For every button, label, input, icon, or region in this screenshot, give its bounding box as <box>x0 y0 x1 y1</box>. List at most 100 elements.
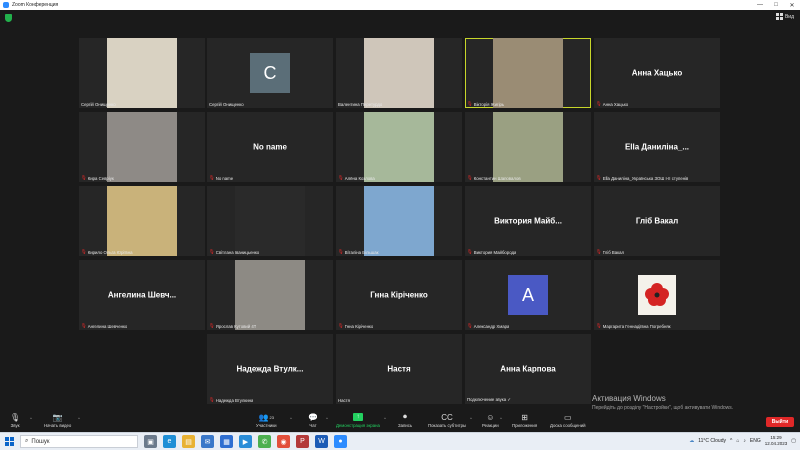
participant-label-text: Алёна Козлова <box>344 175 375 181</box>
participant-tile[interactable]: Ангелина Шевч... 🎙 Ангелина Шевченко <box>79 260 205 330</box>
task-view-icon[interactable]: ▣ <box>144 435 157 448</box>
leave-button[interactable]: Выйти <box>766 417 794 427</box>
captions-options-caret[interactable]: ^ <box>470 416 472 421</box>
muted-mic-icon: 🎙 <box>596 323 602 328</box>
language-indicator[interactable]: ENG <box>750 438 761 444</box>
whatsapp-icon[interactable]: ✆ <box>258 435 271 448</box>
maximize-button[interactable]: □ <box>768 0 784 10</box>
notifications-icon[interactable]: ▢ <box>791 438 796 444</box>
participant-name-label: 🎙 Ella Даниліна_Українська ЗОШ І-ІІ ступе… <box>596 175 688 181</box>
muted-mic-icon: 🎙 <box>81 323 87 328</box>
store-icon[interactable]: ▦ <box>220 435 233 448</box>
zoom-meeting-icon[interactable]: ● <box>334 435 347 448</box>
record-button[interactable]: ⏺ Запись <box>398 412 412 428</box>
participant-tile[interactable]: Виктория Майб... 🎙 Виктория Майборода <box>465 186 591 256</box>
start-video-button[interactable]: 📷 Начать видео <box>44 412 72 429</box>
participant-tile[interactable]: Надежда Втулк... 🎙 Надежда Втулкина <box>207 334 333 404</box>
network-icon[interactable]: ⌂ <box>736 438 739 444</box>
apps-button[interactable]: ⊞ Приложения <box>512 412 537 429</box>
participant-tile[interactable]: 🎙 Алёна Козлова <box>336 112 462 182</box>
participant-name-label: 🎙 Виктория Майборода <box>467 249 516 255</box>
muted-mic-icon: 🎙 <box>467 323 473 328</box>
participant-tile[interactable]: Настя Настя <box>336 334 462 404</box>
participant-tile[interactable]: Гліб Вакал 🎙 Гліб Вакал <box>594 186 720 256</box>
participant-tile[interactable]: Гнна Кіріченко 🎙 Гнна Кіріченко <box>336 260 462 330</box>
muted-mic-icon: 🎙 <box>596 175 602 180</box>
participant-tile[interactable]: 🎙 Ярослав Кутовий 4Т <box>207 260 333 330</box>
muted-mic-icon: 🎙 <box>596 101 602 106</box>
captions-button[interactable]: CC Показать субтитры <box>428 412 466 429</box>
windows-activation-watermark: Активация Windows Перейдіть до розділу "… <box>592 394 733 411</box>
participant-tile[interactable]: No name 🎙 No name <box>207 112 333 182</box>
windows-start-icon[interactable] <box>5 437 14 446</box>
participant-video <box>235 260 305 330</box>
chat-icon: 💬 <box>308 412 318 422</box>
participant-label-text: Гліб Вакал <box>602 249 625 255</box>
audio-button[interactable]: 🎙 Звук <box>10 412 20 429</box>
window-titlebar: Zoom Конференция — □ ✕ <box>0 0 800 10</box>
muted-mic-icon: 🎙 <box>209 397 215 402</box>
participant-tile[interactable]: Анна Карпова Подключение звука ✓ <box>465 334 591 404</box>
chat-button[interactable]: 💬 Чат <box>308 412 318 429</box>
participants-options-caret[interactable]: ^ <box>290 416 292 421</box>
participant-label-text: No name <box>215 175 234 181</box>
share-options-caret[interactable]: ^ <box>384 416 386 421</box>
minimize-button[interactable]: — <box>752 0 768 10</box>
participant-tile[interactable]: 🎙 Віталіна Більшак <box>336 186 462 256</box>
participant-label-text: Виктория Майборода <box>473 249 517 255</box>
participant-tile[interactable]: 🎙 Кирило Ольга Юріївна <box>79 186 205 256</box>
participant-tile[interactable]: Валентина Перетурдо <box>336 38 462 108</box>
video-options-caret[interactable]: ^ <box>78 416 80 421</box>
file-explorer-icon[interactable]: ▤ <box>182 435 195 448</box>
taskbar-search[interactable]: ⌕ Пошук <box>20 435 138 448</box>
whiteboard-icon: ▭ <box>563 412 572 422</box>
security-shield-icon[interactable] <box>5 14 12 22</box>
edge-icon[interactable]: e <box>163 435 176 448</box>
participants-button[interactable]: 👥 23 Участники <box>256 412 277 429</box>
muted-mic-icon: 🎙 <box>338 323 344 328</box>
word-icon[interactable]: W <box>315 435 328 448</box>
participant-tile[interactable]: 🎙 Константин Шаповалов <box>465 112 591 182</box>
weather-text[interactable]: 11°C Cloudy <box>698 438 726 444</box>
reactions-button[interactable]: ☺ Реакции <box>482 412 499 429</box>
share-screen-button[interactable]: ↑ Демонстрация экрана <box>336 412 380 428</box>
participant-tile[interactable]: 🎙 Вікторія Жигірь <box>465 38 591 108</box>
clock-date: 12.04.2023 <box>764 441 788 446</box>
participant-tile[interactable]: A 🎙 Александр Хмара <box>465 260 591 330</box>
participant-tile[interactable]: Анна Хацько 🎙 Анна Хацько <box>594 38 720 108</box>
participant-display-name: Ангелина Шевч... <box>107 290 177 300</box>
mail-icon[interactable]: ✉ <box>201 435 214 448</box>
participant-tile[interactable]: 🎙 Світлана Іваницьенко <box>207 186 333 256</box>
pdf-icon[interactable]: P <box>296 435 309 448</box>
participant-name-label: 🎙 Світлана Іваницьенко <box>209 249 259 255</box>
participant-name-label: 🎙 Ярослав Кутовий 4Т <box>209 323 256 329</box>
chrome-icon[interactable]: ◉ <box>277 435 290 448</box>
view-button[interactable]: Вид <box>775 13 794 20</box>
close-button[interactable]: ✕ <box>784 0 800 10</box>
reactions-options-caret[interactable]: ^ <box>500 416 502 421</box>
participant-label-text: Сергій Онищенко <box>209 102 244 107</box>
whiteboard-label: Доска сообщений <box>550 423 586 428</box>
participant-tile[interactable]: 🎙 Кира Севрiук <box>79 112 205 182</box>
participant-tile[interactable]: 🎙 Маргарита Геннадіївна Погребняк <box>594 260 720 330</box>
participant-label-text: Александр Хмара <box>473 323 510 329</box>
participant-tile[interactable]: C Сергій Онищенко <box>207 38 333 108</box>
clock[interactable]: 15:29 12.04.2023 <box>765 435 788 447</box>
participant-display-name: Виктория Майб... <box>494 216 562 226</box>
flower-avatar-image <box>638 275 676 315</box>
start-video-label: Начать видео <box>44 423 72 428</box>
volume-icon[interactable]: ♪ <box>743 438 746 444</box>
zoom-taskbar-icon[interactable]: ▶ <box>239 435 252 448</box>
audio-options-caret[interactable]: ^ <box>30 416 32 421</box>
tray-overflow-icon[interactable]: ^ <box>730 438 732 444</box>
record-label: Запись <box>398 423 413 428</box>
participant-tile[interactable]: Ella Даниліна_... 🎙 Ella Даниліна_Українсь… <box>594 112 720 182</box>
participant-name-label: 🎙 Віталіна Більшак <box>338 249 379 255</box>
participant-video <box>364 38 434 108</box>
participant-name-label: 🎙 Гліб Вакал <box>596 249 624 255</box>
whiteboard-button[interactable]: ▭ Доска сообщений <box>550 412 586 429</box>
audio-button-label: Звук <box>10 423 20 428</box>
apps-icon: ⊞ <box>521 412 528 422</box>
chat-options-caret[interactable]: ^ <box>326 416 328 421</box>
participant-tile[interactable]: Сергій Онищенко <box>79 38 205 108</box>
